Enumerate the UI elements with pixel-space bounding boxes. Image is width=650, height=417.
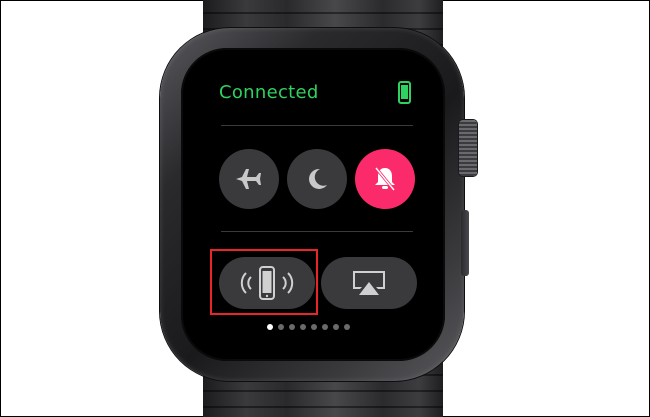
airplane-icon <box>236 169 261 189</box>
page-dot <box>333 324 339 330</box>
side-button[interactable] <box>461 210 469 276</box>
digital-crown[interactable] <box>459 120 477 176</box>
phone-connected-icon <box>398 81 411 104</box>
silent-mode-button[interactable] <box>355 149 415 209</box>
page-dot <box>289 324 295 330</box>
connection-status: Connected <box>219 82 319 103</box>
airplay-icon <box>353 271 385 295</box>
divider <box>221 231 413 232</box>
page-dot <box>322 324 328 330</box>
page-dot <box>311 324 317 330</box>
airplay-button[interactable] <box>321 257 417 309</box>
bell-slash-icon <box>374 167 396 191</box>
page-dot <box>344 324 350 330</box>
divider <box>221 125 413 126</box>
airplane-mode-button[interactable] <box>219 149 279 209</box>
page-indicator[interactable] <box>267 324 350 332</box>
page-dot <box>300 324 306 330</box>
page-dot <box>278 324 284 330</box>
page-dot-active <box>267 324 273 330</box>
moon-icon <box>309 168 327 189</box>
do-not-disturb-button[interactable] <box>287 149 347 209</box>
highlight-annotation-box <box>210 249 318 315</box>
